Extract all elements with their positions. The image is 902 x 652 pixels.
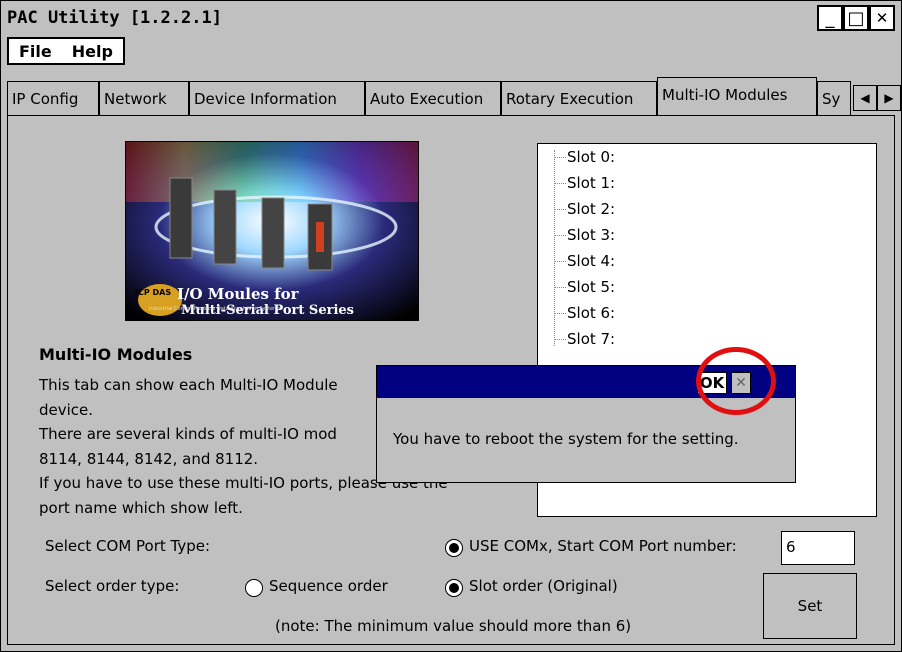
menu-help[interactable]: Help: [62, 42, 123, 61]
slot-2[interactable]: Slot 2:: [554, 200, 615, 226]
tab-network[interactable]: Network: [99, 81, 189, 115]
tab-system[interactable]: Sy: [817, 81, 851, 115]
slot-4[interactable]: Slot 4:: [554, 252, 615, 278]
slot-order-radio[interactable]: [445, 579, 463, 597]
note-text: (note: The minimum value should more tha…: [275, 617, 632, 635]
slot-6[interactable]: Slot 6:: [554, 304, 615, 330]
maximize-icon: □: [847, 7, 865, 29]
minimize-icon: _: [825, 7, 835, 29]
slot-label: Slot 3:: [567, 226, 616, 244]
slot-label: Slot 6:: [567, 304, 616, 322]
slot-order-label: Slot order (Original): [469, 577, 618, 595]
app-window: PAC Utility [1.2.2.1] _ □ ✕ File Help IP…: [0, 0, 902, 652]
tab-auto-execution[interactable]: Auto Execution: [365, 81, 501, 115]
window-title: PAC Utility [1.2.2.1]: [7, 8, 222, 28]
com-port-type-label: Select COM Port Type:: [45, 537, 211, 555]
slot-label: Slot 7:: [567, 330, 616, 348]
tab-ip-config[interactable]: IP Config: [7, 81, 99, 115]
title-bar: PAC Utility [1.2.2.1] _ □ ✕: [1, 1, 901, 35]
sequence-order-radio[interactable]: [245, 579, 263, 597]
tab-rotary-execution[interactable]: Rotary Execution: [501, 81, 657, 115]
slot-5[interactable]: Slot 5:: [554, 278, 615, 304]
slot-label: Slot 5:: [567, 278, 616, 296]
start-com-port-input[interactable]: 6: [781, 531, 855, 565]
menu-bar: File Help: [7, 37, 125, 65]
sequence-order-label: Sequence order: [269, 577, 388, 595]
menu-file[interactable]: File: [9, 42, 62, 61]
slot-3[interactable]: Slot 3:: [554, 226, 615, 252]
close-button[interactable]: ✕: [869, 5, 895, 31]
set-button[interactable]: Set: [763, 573, 857, 639]
minimize-button[interactable]: _: [817, 5, 843, 31]
order-type-label: Select order type:: [45, 577, 180, 595]
tab-multi-io-modules[interactable]: Multi-IO Modules: [657, 77, 817, 117]
section-heading: Multi-IO Modules: [39, 345, 193, 364]
tab-strip: IP Config Network Device Information Aut…: [7, 77, 897, 117]
close-icon: ✕: [875, 9, 889, 27]
description-line: port name which show left.: [39, 498, 243, 517]
slot-label: Slot 4:: [567, 252, 616, 270]
maximize-button[interactable]: □: [843, 5, 869, 31]
dialog-message: You have to reboot the system for the se…: [393, 430, 739, 448]
slot-label: Slot 2:: [567, 200, 616, 218]
slot-0[interactable]: Slot 0:: [554, 148, 615, 174]
slot-label: Slot 0:: [567, 148, 616, 166]
banner-line-1: I/O Moules for: [177, 285, 299, 303]
highlight-annotation-circle: [696, 347, 776, 415]
banner-tagline: Industrial Control Products Data Acquisi…: [149, 306, 281, 312]
use-comx-label: USE COMx, Start COM Port number:: [469, 537, 737, 555]
tab-scroll-right-icon[interactable]: ▶: [877, 85, 901, 111]
tab-scroll-left-icon[interactable]: ◀: [853, 85, 877, 111]
tab-device-information[interactable]: Device Information: [189, 81, 365, 115]
slot-1[interactable]: Slot 1:: [554, 174, 615, 200]
use-comx-radio[interactable]: [445, 539, 463, 557]
slot-label: Slot 1:: [567, 174, 616, 192]
banner-logo: ICP DAS: [135, 288, 172, 297]
slot-7[interactable]: Slot 7:: [554, 330, 615, 356]
